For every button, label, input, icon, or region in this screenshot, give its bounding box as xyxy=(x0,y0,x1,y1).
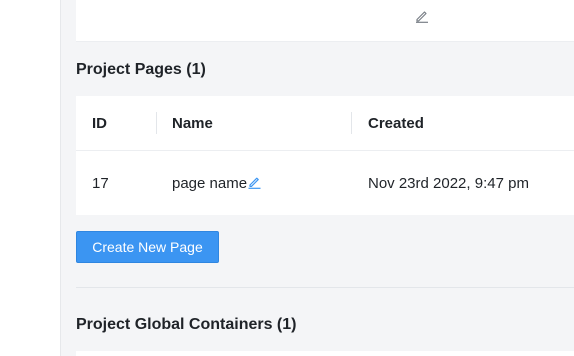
project-pages-title: Project Pages (1) xyxy=(76,61,206,78)
project-global-containers-title: Project Global Containers (1) xyxy=(76,316,297,333)
create-new-page-button[interactable]: Create New Page xyxy=(76,231,219,263)
main-content: Project Pages (1) ID Name Created 17 pag… xyxy=(61,0,574,356)
row-name[interactable]: page name xyxy=(172,175,247,192)
containers-table xyxy=(76,351,574,356)
column-header-name[interactable]: Name xyxy=(172,115,213,132)
section-divider xyxy=(76,287,574,288)
previous-section-card xyxy=(76,0,574,42)
sidebar xyxy=(0,0,61,356)
pages-table: ID Name Created 17 page name Nov 23rd 20… xyxy=(76,96,574,215)
table-header: ID Name Created xyxy=(76,96,574,151)
column-divider xyxy=(351,112,352,134)
table-row[interactable]: 17 page name Nov 23rd 2022, 9:47 pm xyxy=(76,151,574,215)
row-id: 17 xyxy=(92,175,109,192)
pencil-icon[interactable] xyxy=(415,9,429,23)
row-created: Nov 23rd 2022, 9:47 pm xyxy=(368,175,529,192)
column-divider xyxy=(156,112,157,134)
column-header-id[interactable]: ID xyxy=(92,115,107,132)
pencil-icon[interactable] xyxy=(248,175,261,189)
column-header-created[interactable]: Created xyxy=(368,115,424,132)
